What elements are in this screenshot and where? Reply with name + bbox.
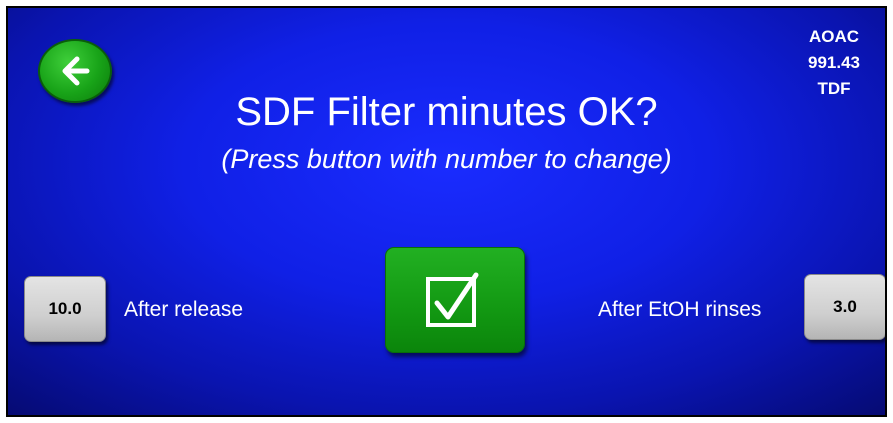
arrow-left-icon — [62, 56, 90, 86]
method-line-3: TDF — [817, 79, 851, 98]
method-line-1: AOAC — [808, 27, 860, 46]
after-release-label: After release — [124, 298, 244, 321]
method-label: AOAC 991.43 TDF — [799, 24, 869, 102]
app-screen: AOAC 991.43 TDF SDF Filter minutes OK? (… — [6, 6, 887, 417]
after-etoh-rinses-label: After EtOH rinses — [598, 298, 762, 321]
after-release-value-button[interactable]: 10.0 — [24, 276, 106, 342]
page-title: SDF Filter minutes OK? — [235, 90, 658, 134]
page-subtitle: (Press button with number to change) — [221, 144, 672, 174]
after-etoh-rinses-value-button[interactable]: 3.0 — [804, 274, 885, 340]
method-line-2: 991.43 — [808, 53, 860, 72]
checkbox-check-icon — [426, 272, 479, 327]
back-button[interactable] — [38, 39, 112, 103]
confirm-ok-button[interactable] — [385, 247, 525, 353]
